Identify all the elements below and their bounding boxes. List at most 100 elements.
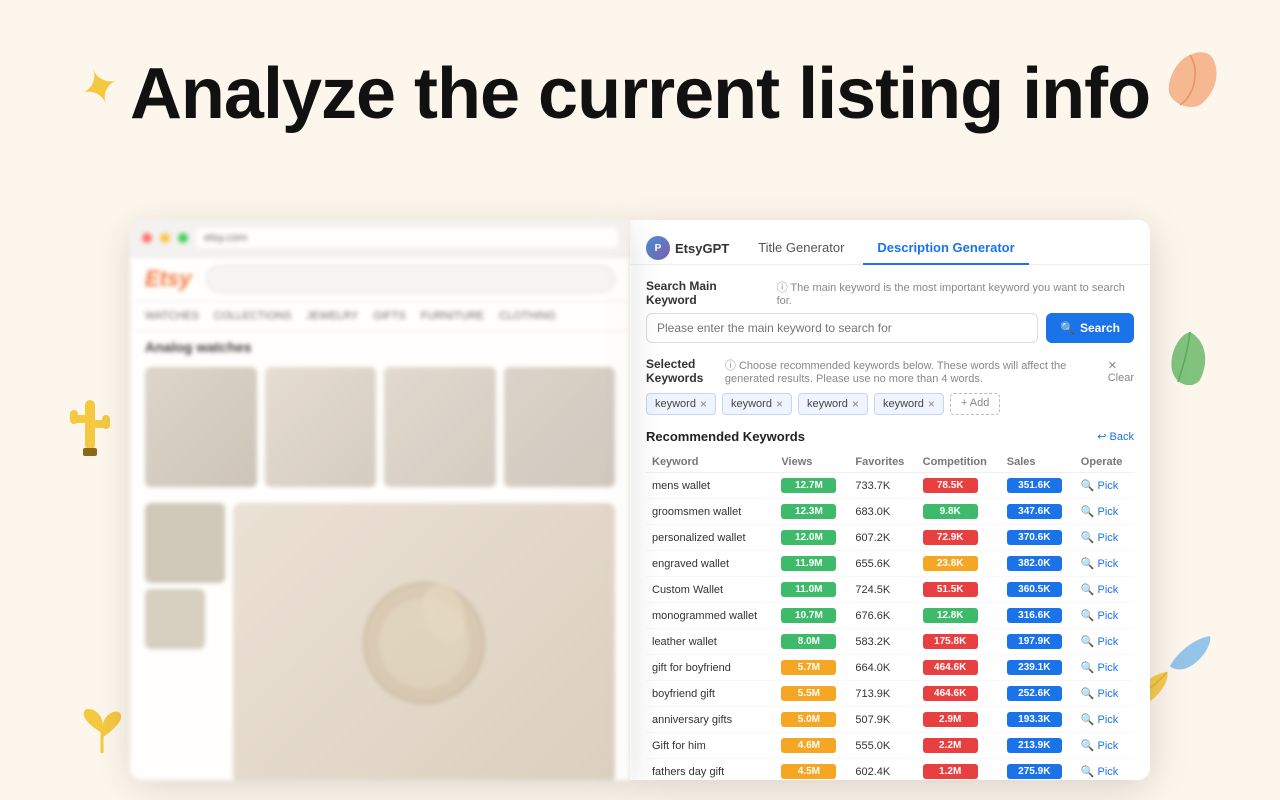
etsy-category-title: Analog watches <box>130 331 630 359</box>
add-keyword-button[interactable]: + Add <box>950 393 1000 415</box>
main-keyword-input[interactable] <box>646 313 1038 343</box>
nav-jewelry: JEWELRY <box>306 308 358 324</box>
kw-favorites-5: 676.6K <box>849 603 916 629</box>
table-row: leather wallet 8.0M 583.2K 175.8K 197.9K… <box>646 629 1134 655</box>
etsy-nav: WATCHES COLLECTIONS JEWELRY GIFTS FURNIT… <box>130 302 630 331</box>
deco-leaf-right-mid <box>1170 330 1210 395</box>
kw-operate-3: 🔍 Pick <box>1075 551 1134 577</box>
pick-search-icon-1: 🔍 <box>1081 505 1095 518</box>
kw-operate-10: 🔍 Pick <box>1075 733 1134 759</box>
product-card <box>384 367 496 487</box>
selected-kw-label: Selected Keywords ⓘ Choose recommended k… <box>646 357 1108 385</box>
tab-title-generator[interactable]: Title Generator <box>744 232 858 265</box>
pick-search-icon-6: 🔍 <box>1081 635 1095 648</box>
recommended-keywords-title: Recommended Keywords <box>646 429 805 444</box>
kw-name-4: Custom Wallet <box>646 577 775 603</box>
kw-competition-10: 2.2M <box>917 733 1001 759</box>
pick-button-7[interactable]: 🔍 Pick <box>1081 661 1128 674</box>
pick-search-icon-11: 🔍 <box>1081 765 1095 778</box>
kw-competition-4: 51.5K <box>917 577 1001 603</box>
keywords-table: Keyword Views Favorites Competition Sale… <box>646 452 1134 780</box>
remove-tag-3[interactable]: × <box>852 397 859 411</box>
table-row: monogrammed wallet 10.7M 676.6K 12.8K 31… <box>646 603 1134 629</box>
plugin-panel: P EtsyGPT Title Generator Description Ge… <box>630 220 1150 780</box>
search-keyword-label: Search Main Keyword ⓘ The main keyword i… <box>646 279 1134 307</box>
product-card <box>504 367 616 487</box>
thumb-1 <box>145 503 225 583</box>
kw-views-9: 5.0M <box>775 707 849 733</box>
kw-tag-2[interactable]: keyword × <box>722 393 792 415</box>
kw-favorites-11: 602.4K <box>849 759 916 781</box>
pick-button-9[interactable]: 🔍 Pick <box>1081 713 1128 726</box>
kw-name-7: gift for boyfriend <box>646 655 775 681</box>
search-button[interactable]: 🔍 Search <box>1046 313 1134 343</box>
etsy-header: Etsy <box>130 257 630 302</box>
kw-views-5: 10.7M <box>775 603 849 629</box>
col-favorites: Favorites <box>849 452 916 473</box>
deco-leaf-bottom-right2 <box>1165 631 1215 680</box>
table-row: fathers day gift 4.5M 602.4K 1.2M 275.9K… <box>646 759 1134 781</box>
kw-tag-3[interactable]: keyword × <box>798 393 868 415</box>
pick-search-icon-10: 🔍 <box>1081 739 1095 752</box>
kw-operate-8: 🔍 Pick <box>1075 681 1134 707</box>
pick-button-0[interactable]: 🔍 Pick <box>1081 479 1128 492</box>
browser-bar: etsy.com <box>130 220 630 257</box>
pick-button-3[interactable]: 🔍 Pick <box>1081 557 1128 570</box>
pick-button-10[interactable]: 🔍 Pick <box>1081 739 1128 752</box>
pick-button-11[interactable]: 🔍 Pick <box>1081 765 1128 778</box>
kw-sales-8: 252.6K <box>1001 681 1075 707</box>
kw-sales-5: 316.6K <box>1001 603 1075 629</box>
browser-dot-red <box>142 233 152 243</box>
pick-button-6[interactable]: 🔍 Pick <box>1081 635 1128 648</box>
kw-name-6: leather wallet <box>646 629 775 655</box>
kw-views-6: 8.0M <box>775 629 849 655</box>
tab-description-generator[interactable]: Description Generator <box>863 232 1028 265</box>
pick-search-icon-0: 🔍 <box>1081 479 1095 492</box>
kw-sales-7: 239.1K <box>1001 655 1075 681</box>
kw-competition-0: 78.5K <box>917 473 1001 499</box>
deco-cactus-left <box>65 390 115 473</box>
browser-mockup: etsy.com Etsy WATCHES COLLECTIONS JEWELR… <box>130 220 630 780</box>
col-competition: Competition <box>917 452 1001 473</box>
thumb-2 <box>145 589 205 649</box>
col-keyword: Keyword <box>646 452 775 473</box>
clear-button[interactable]: ✕ Clear <box>1108 359 1134 384</box>
col-sales: Sales <box>1001 452 1075 473</box>
kw-views-4: 11.0M <box>775 577 849 603</box>
product-card <box>265 367 377 487</box>
remove-tag-2[interactable]: × <box>776 397 783 411</box>
plugin-tabs: P EtsyGPT Title Generator Description Ge… <box>630 220 1150 265</box>
kw-operate-7: 🔍 Pick <box>1075 655 1134 681</box>
table-row: groomsmen wallet 12.3M 683.0K 9.8K 347.6… <box>646 499 1134 525</box>
kw-sales-1: 347.6K <box>1001 499 1075 525</box>
etsy-logo: Etsy <box>145 266 191 292</box>
kw-name-1: groomsmen wallet <box>646 499 775 525</box>
kw-views-3: 11.9M <box>775 551 849 577</box>
pick-button-8[interactable]: 🔍 Pick <box>1081 687 1128 700</box>
kw-favorites-7: 664.0K <box>849 655 916 681</box>
kw-views-7: 5.7M <box>775 655 849 681</box>
kw-operate-6: 🔍 Pick <box>1075 629 1134 655</box>
pick-button-5[interactable]: 🔍 Pick <box>1081 609 1128 622</box>
kw-tag-1[interactable]: keyword × <box>646 393 716 415</box>
kw-views-2: 12.0M <box>775 525 849 551</box>
search-row: 🔍 Search <box>646 313 1134 343</box>
pick-search-icon-2: 🔍 <box>1081 531 1095 544</box>
nav-gifts: GIFTS <box>373 308 405 324</box>
kw-tag-4[interactable]: keyword × <box>874 393 944 415</box>
kw-competition-11: 1.2M <box>917 759 1001 781</box>
remove-tag-1[interactable]: × <box>700 397 707 411</box>
plugin-logo: P EtsyGPT <box>646 236 729 260</box>
back-button[interactable]: ↩ Back <box>1097 430 1134 443</box>
etsy-side-products <box>130 495 630 780</box>
pick-button-2[interactable]: 🔍 Pick <box>1081 531 1128 544</box>
kw-favorites-6: 583.2K <box>849 629 916 655</box>
nav-watches: WATCHES <box>145 308 199 324</box>
pick-button-4[interactable]: 🔍 Pick <box>1081 583 1128 596</box>
remove-tag-4[interactable]: × <box>928 397 935 411</box>
page-heading: Analyze the current listing info <box>0 0 1280 134</box>
selected-kw-hint: ⓘ Choose recommended keywords below. The… <box>725 357 1108 385</box>
pick-button-1[interactable]: 🔍 Pick <box>1081 505 1128 518</box>
pick-search-icon-3: 🔍 <box>1081 557 1095 570</box>
table-row: Custom Wallet 11.0M 724.5K 51.5K 360.5K … <box>646 577 1134 603</box>
